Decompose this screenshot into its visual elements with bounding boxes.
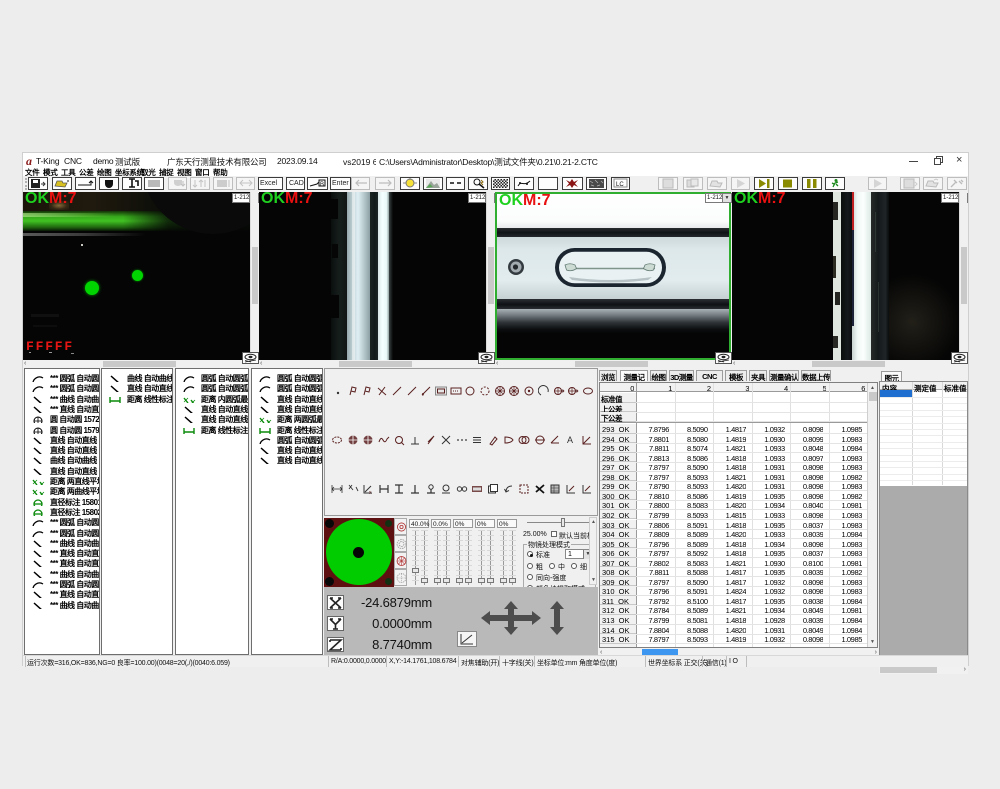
svg-text:B: B xyxy=(320,182,324,188)
svg-text:A: A xyxy=(567,435,573,445)
svg-text:LC: LC xyxy=(616,182,624,188)
